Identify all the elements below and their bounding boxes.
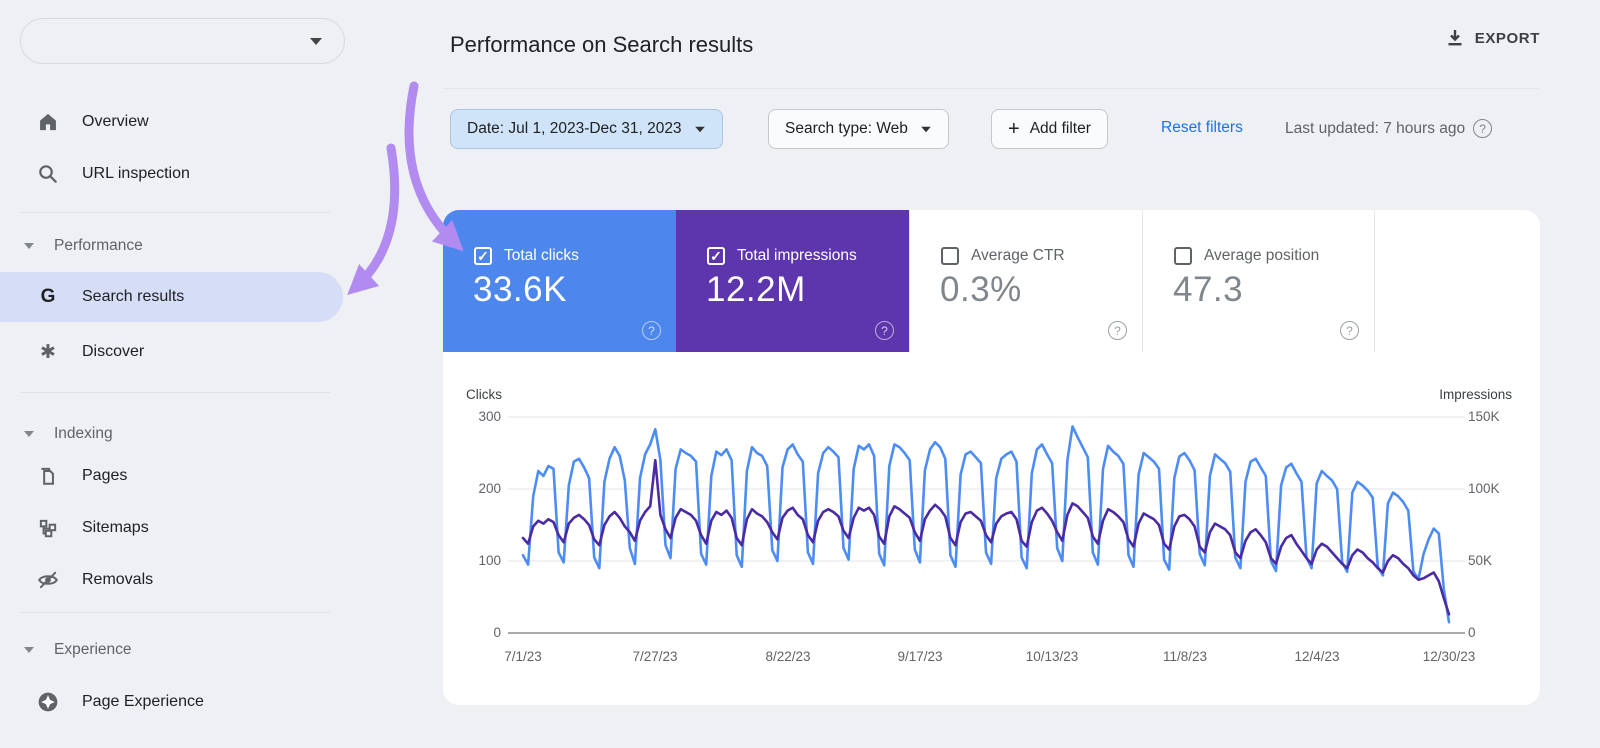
metric-label: Total impressions	[737, 247, 857, 264]
sidebar-item-removals[interactable]: Removals	[0, 562, 343, 598]
plus-icon: +	[1008, 117, 1020, 140]
search-type-filter-chip[interactable]: Search type: Web	[768, 109, 949, 149]
checkbox-unchecked-icon[interactable]: ✓	[1174, 247, 1192, 265]
x-axis-tick: 7/1/23	[504, 649, 542, 664]
search-type-label: Search type: Web	[785, 120, 908, 137]
sidebar-item-url-inspection[interactable]: URL inspection	[0, 156, 343, 192]
y-axis-tick: 100	[478, 553, 501, 568]
x-axis-tick: 7/27/23	[632, 649, 678, 664]
add-filter-label: Add filter	[1029, 120, 1091, 137]
sidebar-item-label: Removals	[82, 571, 154, 588]
metric-label: Average CTR	[971, 247, 1065, 264]
right-axis-title: Impressions	[1439, 387, 1512, 402]
sidebar-item-label: URL inspection	[82, 165, 190, 182]
metric-value: 12.2M	[706, 270, 806, 309]
export-label: EXPORT	[1474, 29, 1540, 47]
sidebar-item-label: Page Experience	[82, 693, 204, 710]
sidebar: Overview URL inspection Performance G Se…	[0, 0, 443, 748]
metric-card-average-ctr[interactable]: ✓ Average CTR 0.3% ?	[909, 210, 1142, 352]
collapse-arrow-icon	[24, 243, 34, 249]
last-updated-text: Last updated: 7 hours ago	[1285, 119, 1466, 137]
y-axis-tick: 150K	[1468, 409, 1500, 424]
section-header-label: Performance	[54, 237, 143, 254]
x-axis-tick: 8/22/23	[765, 649, 811, 664]
help-icon[interactable]: ?	[642, 321, 661, 340]
section-header-label: Indexing	[54, 425, 113, 442]
add-filter-button[interactable]: + Add filter	[991, 109, 1108, 149]
y-axis-tick: 50K	[1468, 553, 1493, 568]
divider	[20, 612, 330, 613]
page-experience-icon	[36, 690, 60, 714]
last-updated-status: Last updated: 7 hours ago ?	[1285, 119, 1493, 138]
sidebar-item-pages[interactable]: Pages	[0, 458, 343, 494]
y-axis-tick: 200	[478, 481, 501, 496]
metric-value: 33.6K	[473, 270, 567, 309]
divider	[20, 212, 330, 213]
chevron-down-icon	[310, 38, 322, 45]
sidebar-item-label: Pages	[82, 467, 128, 484]
metric-label: Average position	[1204, 247, 1320, 264]
metric-card-average-position[interactable]: ✓ Average position 47.3 ?	[1142, 210, 1375, 352]
metric-card-total-clicks[interactable]: ✓ Total clicks 33.6K ?	[443, 210, 676, 352]
sidebar-item-label: Discover	[82, 343, 145, 360]
date-filter-chip[interactable]: Date: Jul 1, 2023-Dec 31, 2023	[450, 109, 723, 149]
google-g-icon: G	[40, 286, 56, 307]
y-axis-tick: 0	[1468, 625, 1476, 640]
home-icon	[36, 110, 60, 134]
chevron-down-icon	[921, 126, 931, 132]
metric-label: Total clicks	[504, 247, 579, 264]
sidebar-item-label: Overview	[82, 113, 149, 130]
main-content: Performance on Search results EXPORT Dat…	[443, 0, 1540, 748]
reset-filters-link[interactable]: Reset filters	[1161, 119, 1243, 137]
performance-chart: Clicks Impressions 300 200 100 0 150K 10…	[443, 352, 1540, 705]
eye-off-icon	[36, 568, 60, 592]
date-filter-label: Date: Jul 1, 2023-Dec 31, 2023	[467, 120, 682, 137]
section-performance[interactable]: Performance	[24, 232, 324, 260]
sidebar-item-page-experience[interactable]: Page Experience	[0, 684, 343, 720]
search-icon	[36, 162, 60, 186]
sidebar-item-discover[interactable]: ✱ Discover	[0, 334, 343, 370]
y-axis-tick: 0	[493, 625, 501, 640]
section-indexing[interactable]: Indexing	[24, 420, 324, 448]
sitemap-icon	[36, 516, 60, 540]
divider	[20, 392, 330, 393]
export-button[interactable]: EXPORT	[1445, 28, 1540, 48]
x-axis-tick: 9/17/23	[897, 649, 943, 664]
pages-icon	[36, 464, 60, 488]
property-selector[interactable]	[20, 18, 345, 64]
sidebar-item-sitemaps[interactable]: Sitemaps	[0, 510, 343, 546]
checkbox-unchecked-icon[interactable]: ✓	[941, 247, 959, 265]
performance-panel: ✓ Total clicks 33.6K ? ✓ Total impressio…	[443, 210, 1540, 705]
sidebar-item-label: Sitemaps	[82, 519, 149, 536]
divider	[443, 88, 1540, 89]
help-icon[interactable]: ?	[1473, 119, 1493, 138]
help-icon[interactable]: ?	[875, 321, 894, 340]
help-icon[interactable]: ?	[1340, 321, 1359, 340]
section-header-label: Experience	[54, 641, 132, 658]
download-icon	[1445, 28, 1465, 48]
sidebar-item-search-results[interactable]: G Search results	[0, 272, 343, 322]
collapse-arrow-icon	[24, 431, 34, 437]
sidebar-item-label: Search results	[82, 288, 185, 305]
x-axis-tick: 10/13/23	[1025, 649, 1079, 664]
x-axis-tick: 12/30/23	[1422, 649, 1476, 664]
y-axis-tick: 100K	[1468, 481, 1500, 496]
help-icon[interactable]: ?	[1108, 321, 1127, 340]
checkbox-checked-icon[interactable]: ✓	[474, 247, 492, 265]
metric-value: 47.3	[1173, 270, 1244, 309]
collapse-arrow-icon	[24, 647, 34, 653]
checkbox-checked-icon[interactable]: ✓	[707, 247, 725, 265]
x-axis-tick: 11/8/23	[1162, 649, 1208, 664]
left-axis-title: Clicks	[466, 387, 502, 402]
sidebar-item-overview[interactable]: Overview	[0, 104, 343, 140]
chevron-down-icon	[694, 126, 705, 132]
chart-canvas	[508, 416, 1465, 634]
asterisk-icon: ✱	[40, 341, 56, 363]
y-axis-tick: 300	[478, 409, 501, 424]
metric-value: 0.3%	[940, 270, 1022, 309]
metric-card-total-impressions[interactable]: ✓ Total impressions 12.2M ?	[676, 210, 909, 352]
x-axis-tick: 12/4/23	[1294, 649, 1340, 664]
section-experience[interactable]: Experience	[24, 636, 324, 664]
page-title: Performance on Search results	[450, 32, 754, 57]
